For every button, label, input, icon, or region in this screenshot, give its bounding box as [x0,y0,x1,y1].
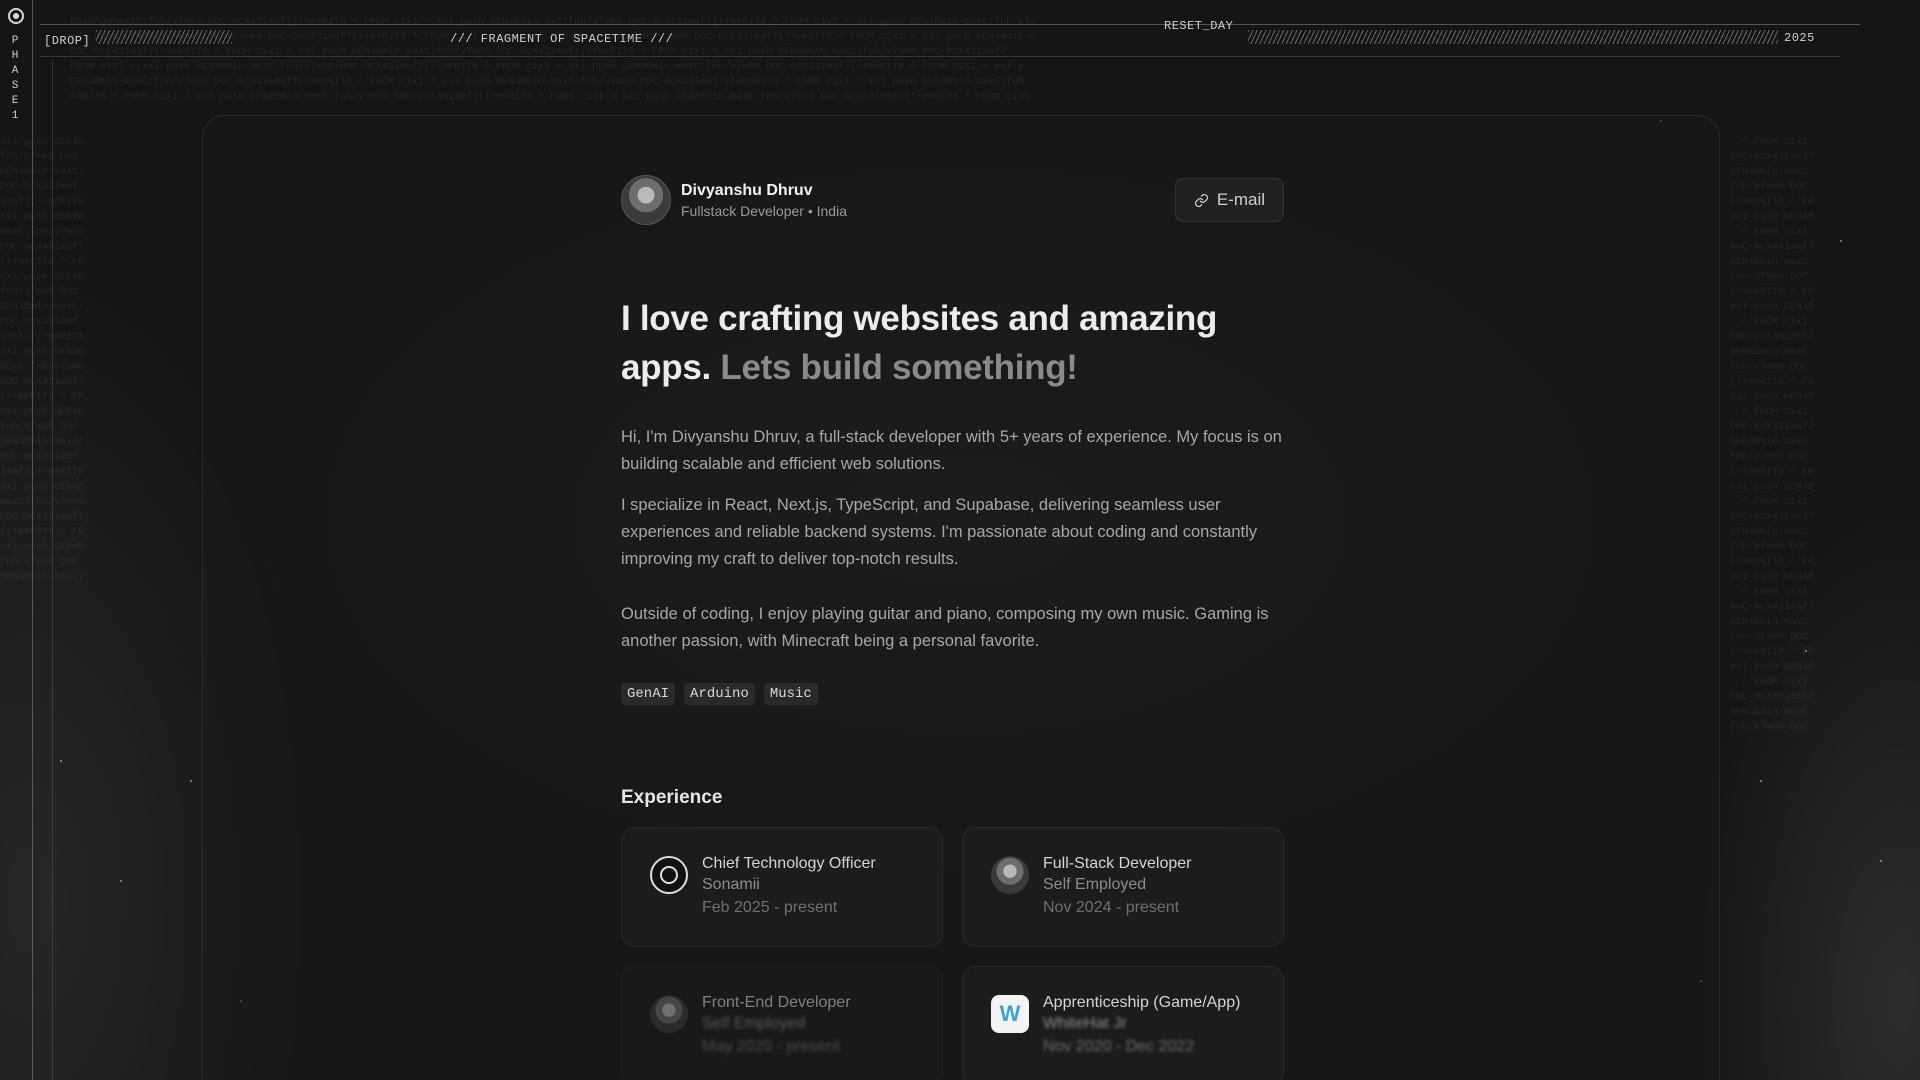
email-button[interactable]: E-mail [1174,178,1284,222]
experience-dates: Feb 2025 - present [702,899,838,916]
email-button-label: E-mail [1216,190,1265,209]
hud-inner-rail [52,60,53,1080]
experience-role: Chief Technology Officer [702,855,876,872]
star [190,780,192,782]
star [1840,240,1842,242]
experience-text: Full-Stack Developer Self Employed Nov 2… [1043,854,1192,946]
experience-role: Front-End Developer [702,994,851,1011]
avatar-logo-icon [991,856,1029,894]
experience-text: Chief Technology Officer Sonamii Feb 202… [702,854,876,946]
experience-company: WhiteHat Jr [1043,1015,1127,1032]
hobbies-paragraph: Outside of coding, I enjoy playing guita… [621,605,1269,650]
target-icon[interactable] [8,8,24,24]
reset-day-button[interactable]: RESET_DAY [1164,19,1233,33]
hatch-pattern [1248,30,1778,44]
experience-company: Sonamii [702,876,760,893]
experience-card[interactable]: Full-Stack Developer Self Employed Nov 2… [962,827,1284,947]
profile-name: Divyanshu Dhruv [681,181,813,199]
star [120,880,122,882]
tag-list: GenAI Arduino Music [621,683,1284,705]
fragment-label: /// FRAGMENT OF SPACETIME /// [450,32,674,46]
phase-label: P H A S E 1 [11,35,19,122]
experience-dates: Nov 2020 - Dec 2022 [1043,1038,1195,1055]
code-rain-left: xxi push GEN4B fnh/v7m00 DOC GEN4Bmin-ma… [0,137,85,580]
experience-text: Front-End Developer Self Employed May 20… [702,993,851,1080]
hatch-pattern [96,30,232,44]
experience-card[interactable]: Chief Technology Officer Sonamii Feb 202… [621,827,943,947]
experience-role: Apprenticeship (Game/App) [1043,994,1241,1011]
experience-card[interactable]: W Apprenticeship (Game/App) WhiteHat Jr … [962,966,1284,1080]
tag-music: Music [763,683,818,705]
year-label: 2025 [1784,31,1815,45]
intro-paragraph: Hi, I'm Divyanshu Dhruv, a full-stack de… [621,428,1282,473]
profile-header: Divyanshu Dhruv Fullstack Developer • In… [621,174,1284,226]
profile-subtitle: Fullstack Developer • India [681,202,847,219]
link-icon [1194,193,1209,208]
star [60,760,62,762]
main-content: Divyanshu Dhruv Fullstack Developer • In… [621,174,1284,1080]
tag-genai: GenAI [621,683,676,705]
experience-dates: Nov 2024 - present [1043,899,1180,916]
headline-muted: Lets build something! [720,348,1078,387]
code-rain-top: DE4NAQm+mxzC:fnh/v7m00-DOC-0cX43imaf7(!+… [70,17,1037,103]
experience-text: Apprenticeship (Game/App) WhiteHat Jr No… [1043,993,1240,1080]
skills-paragraph: I specialize in React, Next.js, TypeScri… [621,496,1258,568]
experience-title: Experience [621,787,723,808]
experience-grid: Chief Technology Officer Sonamii Feb 202… [621,827,1284,1080]
hud-top-rail [40,24,1860,25]
avatar-logo-icon [650,995,688,1033]
star [1880,860,1882,862]
code-rain-right: ^ FROM c1x1 DOC-0cX43imaf7 GEN4Bmin-maxC… [1730,137,1815,733]
star [1805,650,1807,652]
avatar [621,175,671,225]
tag-arduino: Arduino [684,683,755,705]
experience-company: Self Employed [1043,876,1147,893]
profile-text: Divyanshu Dhruv Fullstack Developer • In… [681,182,847,219]
experience-role: Full-Stack Developer [1043,855,1192,872]
whitehat-logo-icon: W [991,995,1029,1033]
hud-left-rail [32,0,33,1080]
drop-button[interactable]: [DROP] [44,34,90,48]
sonamii-logo-icon [650,856,688,894]
experience-dates: May 2020 - present [702,1038,840,1055]
star [1760,780,1762,782]
hud-top-rail-2 [40,56,1840,57]
experience-company: Self Employed [702,1015,806,1032]
hero-headline: I love crafting websites and amazing app… [621,294,1284,392]
experience-card[interactable]: Front-End Developer Self Employed May 20… [621,966,943,1080]
